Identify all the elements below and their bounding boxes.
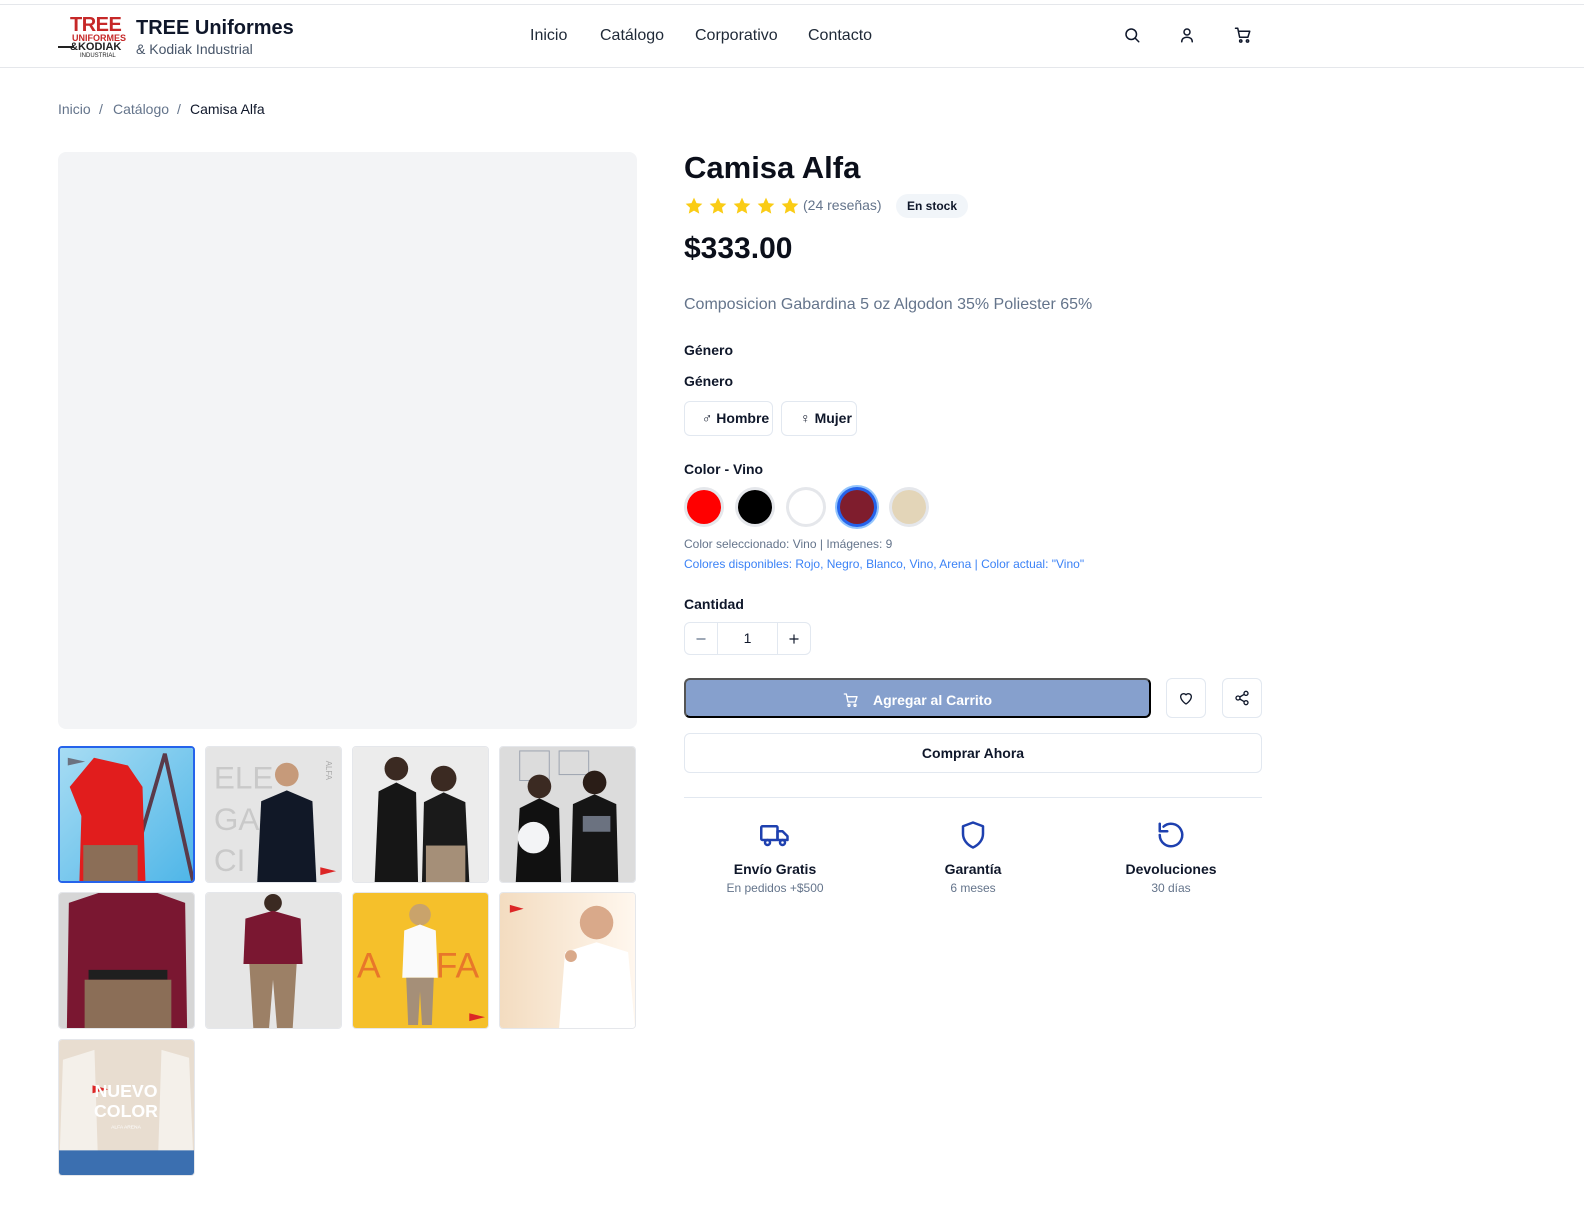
- gender-mujer-button[interactable]: ♀ Mujer: [781, 401, 857, 436]
- thumbnail-4[interactable]: [499, 746, 636, 883]
- feature-subtitle: 30 días: [1151, 881, 1191, 895]
- returns-icon: [1158, 822, 1184, 848]
- nav-contacto[interactable]: Contacto: [808, 27, 872, 45]
- thumbnail-3[interactable]: [352, 746, 489, 883]
- feature-title: Envío Gratis: [733, 861, 817, 877]
- thumbnail-7[interactable]: A F A: [352, 892, 489, 1029]
- thumbnail-9-text-1: NUEVO: [94, 1081, 157, 1101]
- logo-line-4: INDUSTRIAL: [80, 53, 116, 59]
- nav-inicio[interactable]: Inicio: [530, 27, 567, 45]
- brand-logo[interactable]: TREE UNIFORMES &KODIAK INDUSTRIAL: [58, 15, 126, 59]
- cart-icon[interactable]: [1234, 26, 1252, 44]
- nav-catalogo[interactable]: Catálogo: [600, 27, 664, 45]
- buy-now-button[interactable]: Comprar Ahora: [684, 733, 1262, 773]
- breadcrumb-separator: /: [99, 101, 103, 117]
- color-label: Color - Vino: [684, 461, 764, 477]
- gender-label: Género: [684, 373, 734, 389]
- feature-subtitle: 6 meses: [950, 881, 996, 895]
- color-swatch-blanco[interactable]: [786, 487, 826, 527]
- star-icon: [733, 197, 751, 214]
- review-count[interactable]: (24 reseñas): [803, 197, 882, 213]
- thumbnail-8[interactable]: [499, 892, 636, 1029]
- nav-corporativo[interactable]: Corporativo: [695, 27, 778, 45]
- brand-subtitle: & Kodiak Industrial: [136, 41, 253, 57]
- cart-icon: [843, 693, 858, 707]
- minus-icon: [696, 638, 706, 640]
- product-price: $333.00: [684, 232, 793, 265]
- breadcrumb-separator: /: [177, 101, 181, 117]
- gender-hombre-label: Hombre: [716, 410, 770, 426]
- thumbnail-5[interactable]: [58, 892, 195, 1029]
- thumbnail-7-text-3: A: [455, 946, 479, 986]
- feature-subtitle: En pedidos +$500: [726, 881, 824, 895]
- color-swatch-rojo[interactable]: [684, 487, 724, 527]
- feature-warranty: Garantía 6 meses: [883, 820, 1063, 895]
- search-icon[interactable]: [1123, 26, 1141, 44]
- site-header: TREE UNIFORMES &KODIAK INDUSTRIAL TREE U…: [0, 5, 1584, 68]
- logo-line-3: &KODIAK: [70, 41, 122, 53]
- plus-icon: [789, 634, 799, 644]
- color-swatch-negro[interactable]: [735, 487, 775, 527]
- share-icon: [1235, 690, 1249, 706]
- feature-returns: Devoluciones 30 días: [1081, 820, 1261, 895]
- quantity-increase-button[interactable]: [778, 623, 810, 654]
- feature-title: Garantía: [944, 861, 1002, 877]
- color-swatch-vino[interactable]: [837, 487, 877, 527]
- quantity-label: Cantidad: [684, 596, 744, 612]
- gender-mujer-label: Mujer: [814, 410, 852, 426]
- product-description: Composicion Gabardina 5 oz Algodon 35% P…: [684, 296, 1093, 313]
- quantity-stepper: 1: [684, 622, 811, 655]
- thumbnail-2-text-3: CI: [214, 842, 246, 878]
- thumbnail-2-text-1: ELE: [214, 759, 274, 795]
- add-to-cart-label: Agregar al Carrito: [872, 692, 993, 708]
- thumbnail-1[interactable]: [58, 746, 195, 883]
- quantity-value[interactable]: 1: [717, 623, 778, 654]
- logo-line-1: TREE: [70, 14, 122, 36]
- star-icon: [709, 197, 727, 214]
- thumbnail-2[interactable]: ELE GAN CI ALFA: [205, 746, 342, 883]
- quantity-decrease-button[interactable]: [685, 623, 717, 654]
- brand-name[interactable]: TREE Uniformes: [136, 17, 294, 40]
- main-product-image[interactable]: [58, 152, 637, 729]
- wishlist-button[interactable]: [1166, 678, 1206, 718]
- stock-badge: En stock: [896, 194, 969, 218]
- product-title: Camisa Alfa: [684, 150, 861, 185]
- thumbnail-6[interactable]: [205, 892, 342, 1029]
- star-icon: [781, 197, 799, 214]
- feature-title: Devoluciones: [1125, 861, 1217, 877]
- shield-icon: [961, 821, 985, 849]
- user-icon[interactable]: [1178, 26, 1196, 44]
- thumbnail-9-text-3: ALFA ARENA: [111, 1125, 141, 1131]
- thumbnail-9[interactable]: NUEVO COLOR ALFA ARENA: [58, 1039, 195, 1176]
- thumbnail-7-text-2: F: [436, 946, 458, 986]
- color-selected-info: Color seleccionado: Vino | Imágenes: 9: [684, 537, 893, 551]
- thumbnail-2-text-4: ALFA: [324, 761, 333, 781]
- color-swatch-arena[interactable]: [889, 487, 929, 527]
- share-button[interactable]: [1222, 678, 1262, 718]
- thumbnail-9-text-2: COLOR: [94, 1101, 158, 1121]
- gender-hombre-button[interactable]: ♂ Hombre: [684, 401, 773, 436]
- feature-free-shipping: Envío Gratis En pedidos +$500: [685, 820, 865, 895]
- divider: [684, 797, 1262, 798]
- male-icon: ♂: [701, 410, 713, 426]
- gender-heading: Género: [684, 342, 734, 358]
- truck-icon: [760, 825, 789, 847]
- female-icon: ♀: [800, 410, 811, 426]
- star-icon: [757, 197, 775, 214]
- breadcrumb-catalogo[interactable]: Catálogo: [113, 101, 169, 117]
- add-to-cart-button[interactable]: Agregar al Carrito: [684, 678, 1151, 718]
- star-icon: [685, 197, 703, 214]
- breadcrumb-inicio[interactable]: Inicio: [58, 101, 91, 117]
- thumbnail-7-text-1: A: [357, 946, 381, 986]
- heart-icon: [1180, 693, 1192, 705]
- colors-available-info: Colores disponibles: Rojo, Negro, Blanco…: [684, 557, 1085, 571]
- breadcrumb-current: Camisa Alfa: [190, 101, 265, 117]
